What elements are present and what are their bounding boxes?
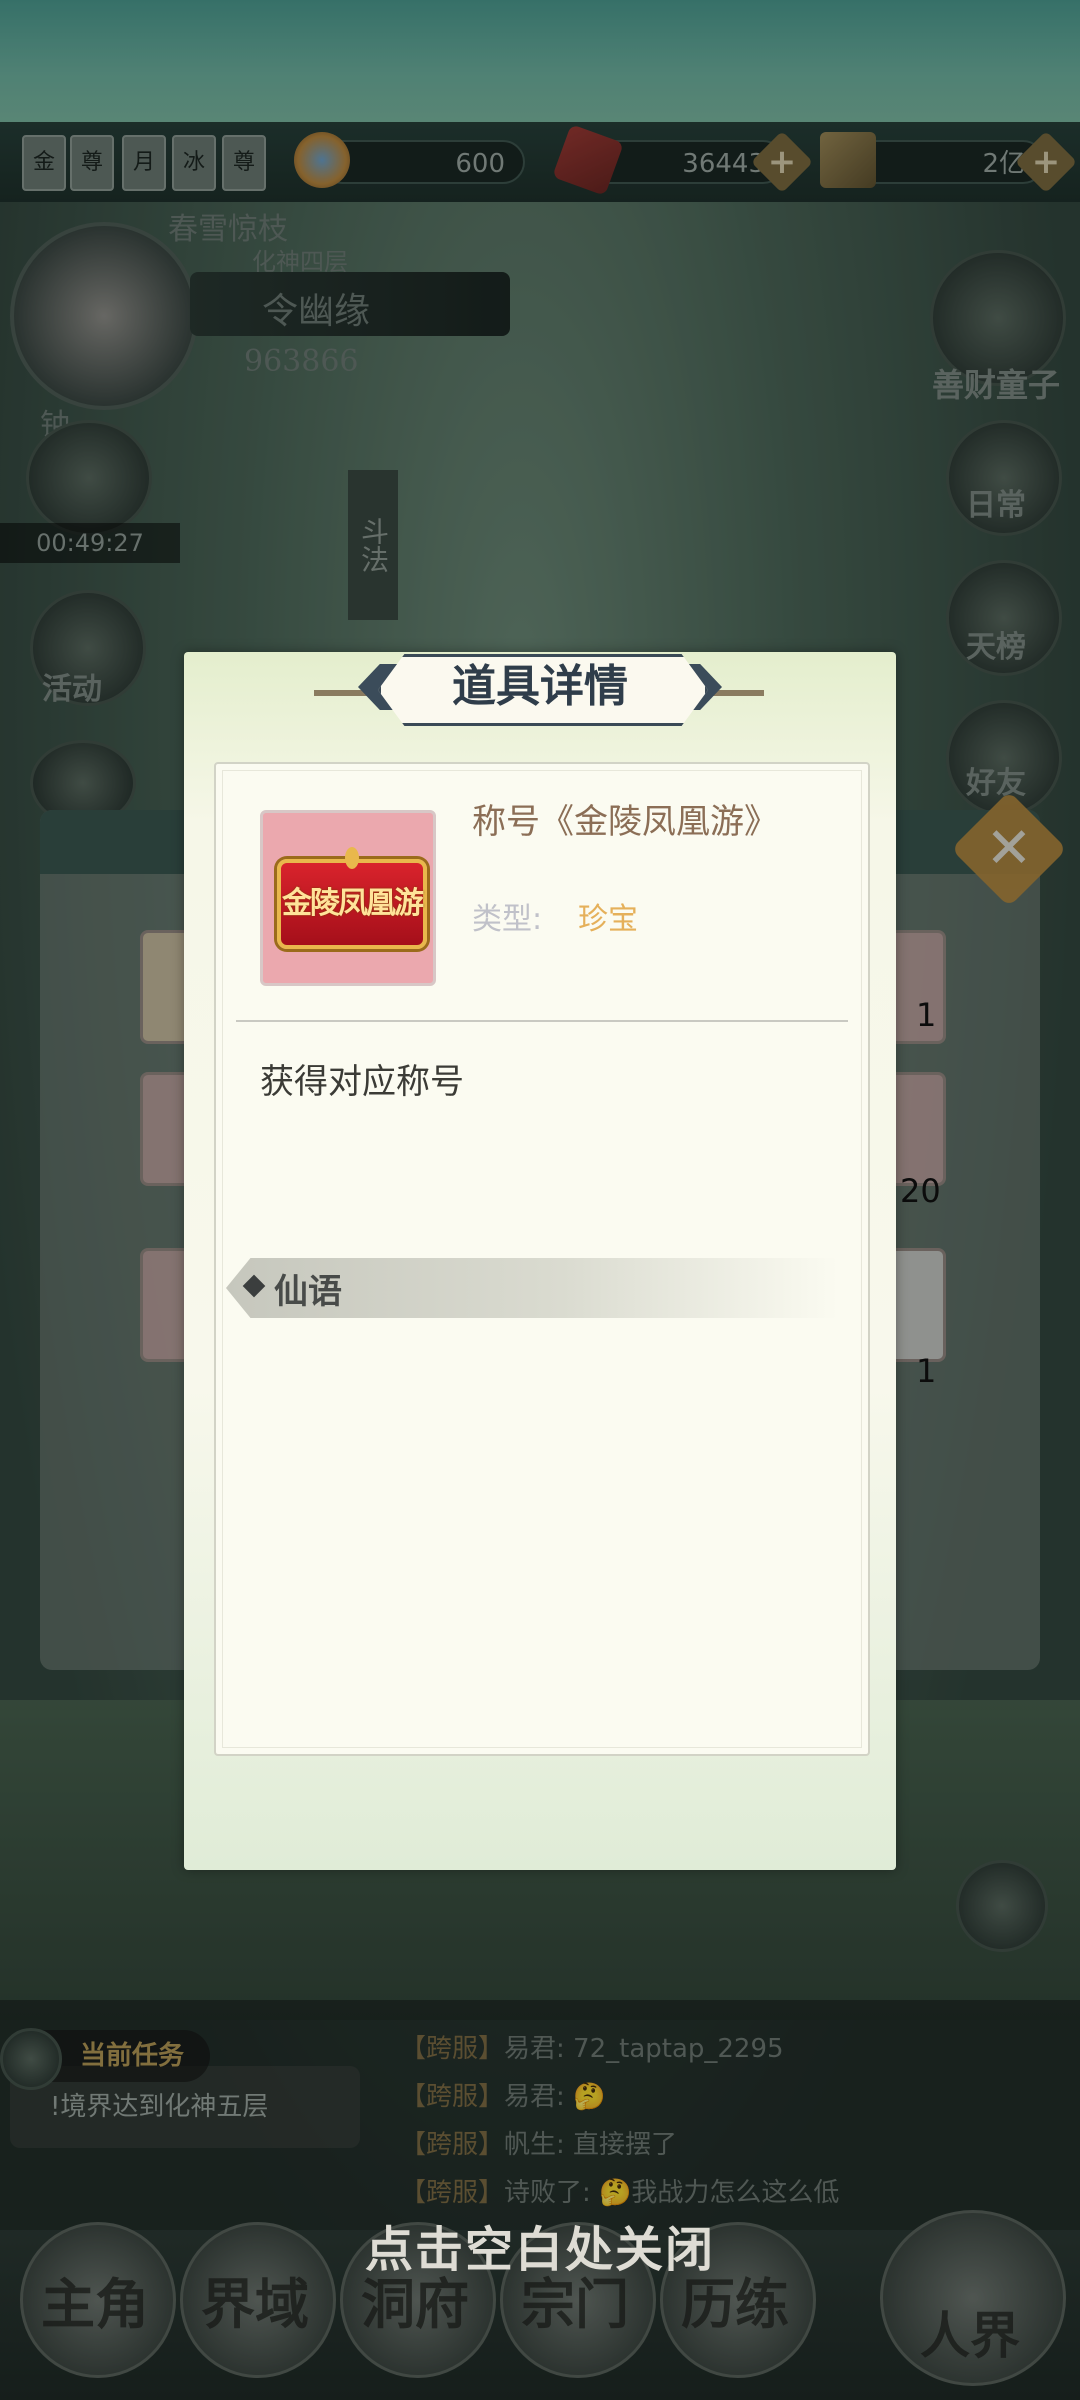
modal-title: 道具详情 [452, 661, 628, 712]
item-banner-text: 金陵凤凰游 [282, 886, 424, 921]
divider [236, 1020, 848, 1022]
item-details-content: 金陵凤凰游 称号《金陵凤凰游》 类型: 珍宝 获得对应称号 仙语 [214, 762, 870, 1756]
item-type-label: 类型: [472, 902, 543, 937]
modal-title-banner: 道具详情 [358, 646, 722, 728]
section-title: 仙语 [274, 1272, 342, 1312]
item-details-modal: 道具详情 金陵凤凰游 称号《金陵凤凰游》 类型: 珍宝 获得对应称号 仙语 [184, 652, 896, 1870]
item-type-value: 珍宝 [578, 902, 638, 937]
title-banner-icon: 金陵凤凰游 [277, 847, 427, 949]
tap-to-close-hint: 点击空白处关闭 [364, 2222, 715, 2278]
item-icon-frame: 金陵凤凰游 [260, 810, 436, 986]
item-description: 获得对应称号 [260, 1062, 464, 1102]
game-screen: 金 尊 月 冰 尊 600 36443 + 2亿 + 春雪惊枝 化神四层 令幽缘… [0, 0, 1080, 2400]
item-name: 称号《金陵凤凰游》 [472, 802, 778, 842]
